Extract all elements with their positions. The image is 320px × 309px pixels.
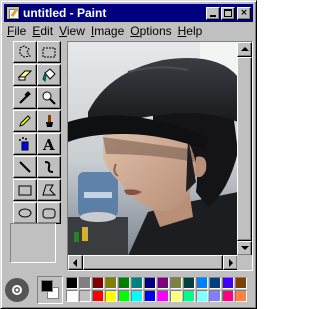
menu-edit[interactable]: Edit [29, 24, 56, 38]
palette-swatch[interactable] [105, 290, 117, 302]
menu-view[interactable]: View [56, 24, 88, 38]
rectangle-tool[interactable] [13, 179, 37, 201]
palette-swatch[interactable] [183, 290, 195, 302]
menu-options[interactable]: Options [127, 24, 174, 38]
paint-window: untitled - Paint × File Edit View Image … [0, 0, 257, 309]
magnifier-icon [42, 91, 56, 105]
text-tool[interactable]: A [37, 133, 61, 155]
vertical-scrollbar[interactable] [237, 42, 252, 256]
pencil-tool[interactable] [13, 110, 37, 132]
palette-swatch[interactable] [235, 277, 247, 289]
maximize-button[interactable] [221, 6, 235, 20]
horizontal-scrollbar[interactable] [68, 255, 238, 270]
palette-swatch[interactable] [144, 277, 156, 289]
palette-swatch[interactable] [170, 290, 182, 302]
scroll-down-button[interactable] [237, 241, 252, 256]
horizontal-scroll-thumb[interactable] [83, 255, 223, 270]
palette-swatch[interactable] [222, 277, 234, 289]
ellipse-tool[interactable] [13, 202, 37, 224]
rounded-rect-icon [42, 208, 56, 219]
title-bar[interactable]: untitled - Paint × [4, 4, 253, 22]
left-arrow-icon [73, 259, 77, 267]
text-icon: A [42, 136, 55, 152]
palette-swatch[interactable] [196, 277, 208, 289]
menu-bar: File Edit View Image Options Help [4, 23, 253, 39]
palette-swatch[interactable] [92, 290, 104, 302]
eraser-icon [17, 70, 33, 81]
maximize-icon [224, 8, 232, 17]
color-palette [4, 275, 253, 305]
rounded-rect-tool[interactable] [37, 202, 61, 224]
palette-swatch[interactable] [131, 277, 143, 289]
palette-swatch[interactable] [157, 290, 169, 302]
palette-swatch[interactable] [66, 277, 78, 289]
menu-file[interactable]: File [4, 24, 29, 38]
menu-help[interactable]: Help [175, 24, 206, 38]
line-icon [19, 161, 31, 173]
pencil-icon [19, 115, 31, 127]
palette-swatch[interactable] [66, 290, 78, 302]
curve-icon [44, 161, 54, 173]
canvas-frame [67, 41, 253, 271]
palette-swatch[interactable] [144, 290, 156, 302]
canvas-photo[interactable] [68, 42, 238, 256]
airbrush-tool[interactable] [13, 133, 37, 155]
foreground-color-swatch [41, 280, 53, 292]
fill-tool[interactable] [37, 64, 61, 86]
palette-swatch[interactable] [209, 277, 221, 289]
free-form-select-icon [19, 45, 31, 58]
polygon-tool[interactable] [37, 179, 61, 201]
palette-swatch[interactable] [131, 290, 143, 302]
minimize-icon [210, 14, 216, 17]
close-button[interactable]: × [237, 6, 251, 20]
palette-swatch[interactable] [118, 277, 130, 289]
brush-icon [46, 115, 53, 127]
line-tool[interactable] [13, 156, 37, 178]
current-colors[interactable] [37, 276, 63, 304]
curve-tool[interactable] [37, 156, 61, 178]
scroll-right-button[interactable] [223, 255, 238, 270]
scrollbar-corner [237, 255, 252, 270]
scroll-up-button[interactable] [237, 42, 252, 57]
window-title: untitled - Paint [23, 6, 107, 20]
palette-swatch[interactable] [118, 290, 130, 302]
magnifier-tool[interactable] [37, 87, 61, 109]
palette-swatch[interactable] [235, 290, 247, 302]
fill-bucket-icon [42, 68, 56, 83]
palette-swatch[interactable] [79, 290, 91, 302]
ellipse-icon [18, 208, 32, 218]
eyedropper-tool[interactable] [13, 87, 37, 109]
free-form-select-tool[interactable] [13, 41, 37, 63]
rect-select-tool[interactable] [37, 41, 61, 63]
lens-icon [12, 285, 22, 295]
minimize-button[interactable] [206, 6, 220, 20]
palette-swatch[interactable] [92, 277, 104, 289]
eraser-tool[interactable] [13, 64, 37, 86]
brush-tool[interactable] [37, 110, 61, 132]
palette-swatch[interactable] [183, 277, 195, 289]
polygon-icon [42, 184, 57, 196]
rectangle-icon [18, 185, 32, 196]
scroll-left-button[interactable] [68, 255, 83, 270]
svg-text:A: A [42, 136, 55, 152]
rect-select-icon [42, 47, 56, 58]
menu-image[interactable]: Image [88, 24, 127, 38]
tool-options-box[interactable] [10, 223, 56, 263]
palette-swatch[interactable] [157, 277, 169, 289]
palette-swatch[interactable] [222, 290, 234, 302]
right-arrow-icon [229, 259, 233, 267]
palette-swatch[interactable] [196, 290, 208, 302]
eyedropper-icon [19, 91, 31, 104]
up-arrow-icon [241, 47, 249, 51]
down-arrow-icon [241, 246, 249, 250]
close-icon: × [240, 7, 248, 18]
lens-search-button[interactable] [5, 278, 29, 302]
palette-swatch[interactable] [170, 277, 182, 289]
airbrush-icon [19, 137, 29, 151]
vertical-scroll-thumb[interactable] [237, 57, 252, 241]
palette-swatch[interactable] [79, 277, 91, 289]
paint-app-icon[interactable] [6, 6, 20, 20]
palette-swatch[interactable] [105, 277, 117, 289]
palette-swatch[interactable] [209, 290, 221, 302]
